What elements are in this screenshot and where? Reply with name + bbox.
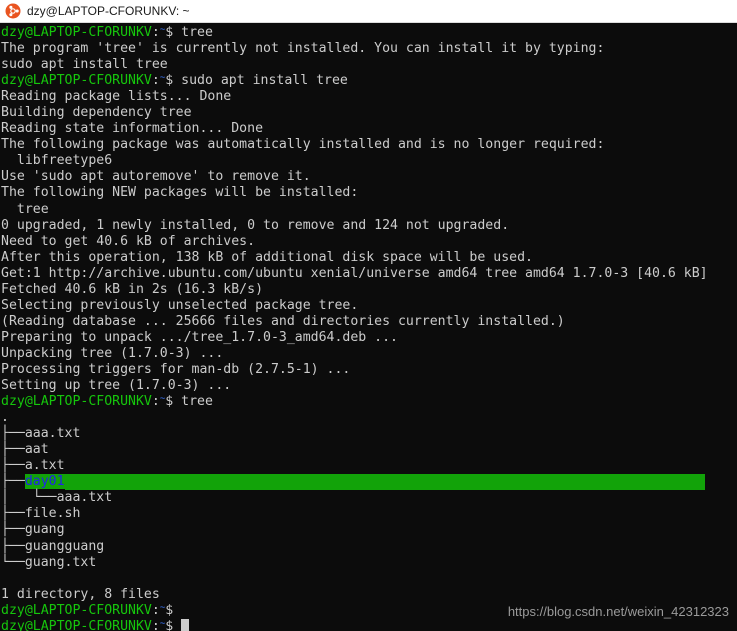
- output-line: Need to get 40.6 kB of archives.: [1, 233, 256, 249]
- output-line: sudo apt install tree: [1, 57, 168, 73]
- prompt-user-host: dzy@LAPTOP-CFORUNKV: [1, 602, 152, 618]
- output-line: Selecting previously unselected package …: [1, 297, 359, 313]
- output-line: Fetched 40.6 kB in 2s (16.3 kB/s): [1, 281, 264, 297]
- output-line: 0 upgraded, 1 newly installed, 0 to remo…: [1, 217, 510, 233]
- tree-branch-glyph: ├──: [1, 474, 25, 490]
- output-line: Use 'sudo apt autoremove' to remove it.: [1, 169, 311, 185]
- tree-entry-nested-aaa-txt: │ └──aaa.txt: [1, 490, 113, 506]
- output-line: (Reading database ... 25666 files and di…: [1, 313, 565, 329]
- prompt-path: ~: [159, 394, 166, 405]
- tree-entry-guang: ├──guang: [1, 522, 65, 538]
- tree-entry-guangguang: ├──guangguang: [1, 538, 105, 554]
- prompt-line-1: dzy@LAPTOP-CFORUNKV:~$ tree: [1, 25, 737, 41]
- prompt-user-host: dzy@LAPTOP-CFORUNKV: [1, 25, 152, 40]
- prompt-path: ~: [159, 618, 166, 629]
- tree-dir-name-day01: day01: [24, 474, 65, 490]
- output-line: Unpacking tree (1.7.0-3) ...: [1, 345, 224, 361]
- title-bar: dzy@LAPTOP-CFORUNKV: ~: [0, 0, 737, 23]
- tree-entry-file-sh: ├──file.sh: [1, 506, 81, 522]
- tree-entry-aat: ├──aat: [1, 442, 49, 458]
- tree-entry-day01: ├──day01: [1, 474, 737, 491]
- tree-entry-aaa-txt: ├──aaa.txt: [1, 426, 81, 442]
- output-line: Building dependency tree: [1, 105, 192, 121]
- output-line: Setting up tree (1.7.0-3) ...: [1, 378, 232, 394]
- prompt-colon: :: [151, 25, 160, 40]
- prompt-sigil: $: [165, 394, 174, 410]
- tree-summary: 1 directory, 8 files: [1, 586, 160, 602]
- tree-highlight-fill: [64, 474, 705, 491]
- output-line: Get:1 http://archive.ubuntu.com/ubuntu x…: [1, 265, 708, 281]
- prompt-sigil: $: [165, 618, 174, 631]
- output-line: The following package was automatically …: [1, 137, 605, 153]
- output-line: After this operation, 138 kB of addition…: [1, 249, 533, 265]
- terminal-window: dzy@LAPTOP-CFORUNKV: ~ dzy@LAPTOP-CFORUN…: [0, 0, 737, 631]
- output-line: The following NEW packages will be insta…: [1, 185, 359, 201]
- prompt-sigil: $: [165, 602, 174, 618]
- prompt-user-host: dzy@LAPTOP-CFORUNKV: [1, 394, 152, 410]
- tree-entry-guang-txt: └──guang.txt: [1, 554, 97, 570]
- prompt-sigil: $: [165, 73, 174, 89]
- prompt-line-5-active: dzy@LAPTOP-CFORUNKV:~$: [1, 618, 737, 631]
- prompt-line-2: dzy@LAPTOP-CFORUNKV:~$ sudo apt install …: [1, 73, 737, 89]
- output-line: Reading state information... Done: [1, 121, 264, 137]
- prompt-colon: :: [151, 602, 160, 618]
- terminal-screen[interactable]: dzy@LAPTOP-CFORUNKV:~$ tree The program …: [0, 23, 737, 631]
- tree-root: .: [1, 410, 9, 426]
- window-title: dzy@LAPTOP-CFORUNKV: ~: [27, 4, 190, 18]
- prompt-path: ~: [159, 602, 166, 613]
- command-tree-1: tree: [181, 25, 213, 40]
- output-line: Preparing to unpack .../tree_1.7.0-3_amd…: [1, 329, 398, 345]
- prompt-line-4: dzy@LAPTOP-CFORUNKV:~$: [1, 603, 737, 619]
- ubuntu-logo-icon: [5, 3, 21, 19]
- output-line: Processing triggers for man-db (2.7.5-1)…: [1, 361, 351, 377]
- output-line: The program 'tree' is currently not inst…: [1, 41, 605, 57]
- prompt-line-3: dzy@LAPTOP-CFORUNKV:~$ tree: [1, 394, 737, 410]
- output-line: libfreetype6: [1, 153, 113, 169]
- prompt-path: ~: [159, 73, 166, 84]
- output-line: Reading package lists... Done: [1, 89, 232, 105]
- prompt-colon: :: [151, 618, 160, 631]
- command-tree-2: tree: [181, 394, 213, 410]
- prompt-user-host: dzy@LAPTOP-CFORUNKV: [1, 618, 152, 631]
- output-line: tree: [1, 201, 49, 217]
- prompt-path: ~: [159, 25, 166, 35]
- prompt-colon: :: [151, 394, 160, 410]
- prompt-sigil: $: [165, 25, 174, 40]
- tree-entry-a-txt: ├──a.txt: [1, 458, 65, 474]
- text-cursor[interactable]: [181, 618, 190, 631]
- prompt-user-host: dzy@LAPTOP-CFORUNKV: [1, 73, 152, 89]
- command-apt-install: sudo apt install tree: [181, 73, 348, 89]
- prompt-colon: :: [151, 73, 160, 89]
